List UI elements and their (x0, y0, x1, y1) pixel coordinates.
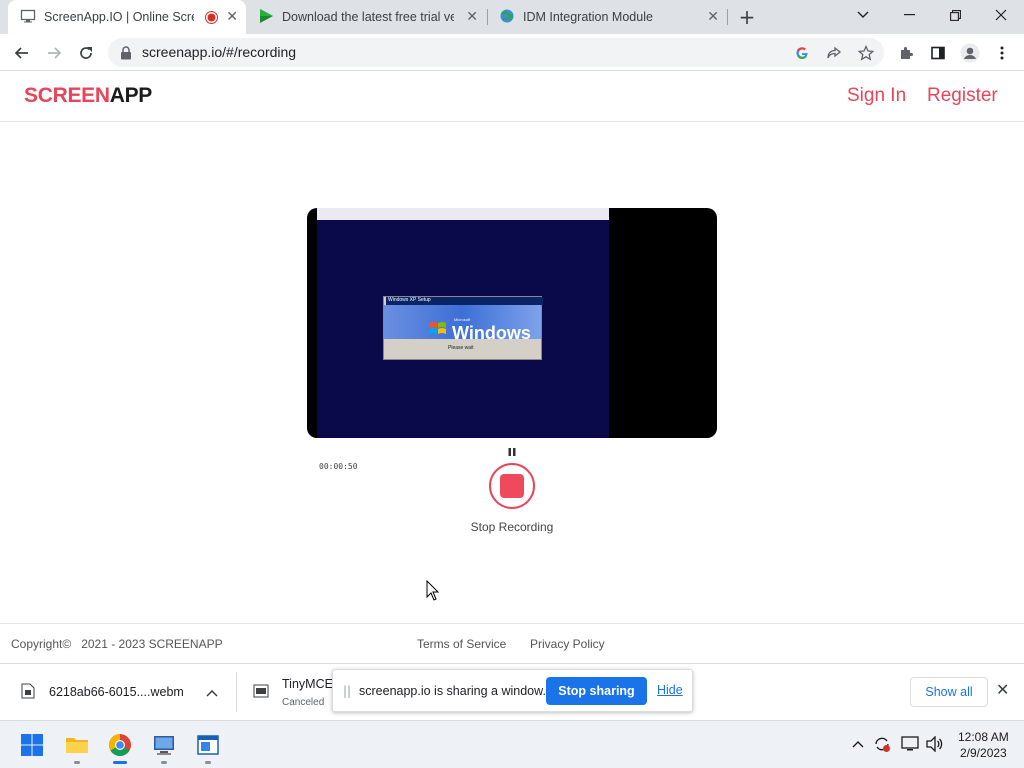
windows-flag-icon (430, 322, 446, 334)
volume-icon[interactable] (926, 735, 944, 753)
video-file-icon (21, 683, 35, 699)
windows-taskbar: 12:08 AM 2/9/2023 (0, 720, 1024, 768)
close-window-icon[interactable] (978, 0, 1024, 30)
taskbar-date[interactable]: 2/9/2023 (960, 746, 1007, 760)
menu-kebab-icon[interactable] (988, 39, 1016, 67)
tab-title: Download the latest free trial ver (282, 10, 454, 24)
show-all-button[interactable]: Show all (910, 677, 988, 707)
download-item[interactable]: TinyMCE Canceled (237, 664, 333, 720)
close-tab-icon[interactable]: ✕ (466, 9, 478, 25)
url-text[interactable]: screenapp.io/#/recording (142, 44, 296, 60)
side-panel-icon[interactable] (924, 39, 952, 67)
stop-square-icon (500, 474, 524, 498)
extensions-icon[interactable] (892, 39, 920, 67)
drag-handle-icon[interactable]: || (343, 684, 351, 698)
app-window-icon[interactable] (196, 733, 220, 757)
taskbar-running-indicator (205, 761, 211, 764)
restore-icon[interactable] (932, 0, 978, 30)
share-icon[interactable] (824, 43, 844, 63)
taskbar-running-indicator (74, 761, 80, 764)
show-hidden-icons-icon[interactable] (849, 735, 867, 753)
download-filename: 6218ab66-6015....webm (49, 685, 184, 699)
address-bar[interactable]: screenapp.io/#/recording (108, 38, 884, 67)
tab-download-trial[interactable]: Download the latest free trial ver ✕ (246, 0, 486, 34)
reload-button[interactable] (72, 39, 100, 67)
close-shelf-icon[interactable]: ✕ (996, 680, 1009, 699)
mouse-cursor-icon (426, 580, 440, 601)
screenapp-logo[interactable]: SCREENAPP (24, 84, 152, 108)
captured-window: Windows XP Setup Microsoft Windows Pleas… (317, 208, 609, 438)
site-footer: Copyright© 2021 - 2023 SCREENAPP Terms o… (0, 623, 1024, 663)
sign-in-link[interactable]: Sign In (847, 85, 906, 107)
globe-icon (499, 8, 515, 27)
profile-avatar[interactable] (956, 39, 984, 67)
tab-title: IDM Integration Module (523, 10, 653, 24)
captured-window-toolbar (317, 208, 609, 220)
virtual-machine-icon[interactable] (152, 733, 176, 757)
browser-toolbar: screenapp.io/#/recording (0, 34, 1024, 71)
copyright-text: Copyright© 2021 - 2023 SCREENAPP (11, 637, 223, 651)
xp-banner: Microsoft Windows (384, 305, 541, 343)
new-tab-button[interactable]: + (737, 7, 757, 27)
xp-setup-dialog: Windows XP Setup Microsoft Windows Pleas… (383, 296, 543, 360)
tab-idm-integration[interactable]: IDM Integration Module ✕ (487, 0, 727, 34)
xp-dialog-title: Windows XP Setup (386, 297, 543, 305)
taskbar-time[interactable]: 12:08 AM (958, 730, 1009, 744)
close-tab-icon[interactable]: ✕ (707, 9, 719, 25)
forward-button[interactable] (40, 39, 68, 67)
download-status: Canceled (282, 697, 325, 708)
start-windows-icon[interactable] (20, 733, 44, 757)
screen-sharing-bar: || screenapp.io is sharing a window. Sto… (332, 669, 693, 712)
close-tab-icon[interactable]: ✕ (226, 9, 238, 25)
terms-link[interactable]: Terms of Service (417, 637, 506, 651)
tab-screenapp[interactable]: ScreenApp.IO | Online Scree ✕ (8, 0, 246, 34)
tab-search-icon[interactable] (840, 0, 886, 30)
stop-sharing-button[interactable]: Stop sharing (546, 677, 647, 705)
download-item[interactable]: 6218ab66-6015....webm (0, 664, 236, 720)
download-filename: TinyMCE (282, 677, 333, 691)
chevron-up-icon[interactable] (206, 689, 218, 697)
recording-indicator-icon (205, 11, 218, 27)
google-icon[interactable] (792, 43, 812, 63)
play-icon (258, 8, 274, 27)
sync-alert-icon[interactable] (873, 735, 891, 753)
microsoft-label: Microsoft (454, 317, 471, 322)
tab-separator (727, 9, 728, 25)
monitor-icon (20, 8, 36, 27)
recording-timer: 00:00:50 (319, 462, 358, 471)
bookmark-star-icon[interactable] (856, 43, 876, 63)
site-header: SCREENAPP Sign In Register (0, 72, 1024, 122)
tab-title: ScreenApp.IO | Online Scree (44, 10, 194, 24)
hide-link[interactable]: Hide (657, 683, 683, 697)
minimize-icon[interactable] (886, 0, 932, 30)
chrome-icon[interactable] (108, 733, 132, 757)
network-icon[interactable] (901, 735, 919, 753)
sharing-message: screenapp.io is sharing a window. (359, 684, 546, 698)
lock-icon[interactable] (120, 45, 132, 64)
recording-preview: Windows XP Setup Microsoft Windows Pleas… (307, 208, 717, 438)
iso-file-icon (253, 684, 269, 698)
taskbar-running-indicator (161, 761, 167, 764)
browser-tab-strip: ScreenApp.IO | Online Scree ✕ Download t… (0, 0, 1024, 34)
privacy-link[interactable]: Privacy Policy (530, 637, 605, 651)
windows-wordmark: Windows (452, 323, 531, 343)
file-explorer-icon[interactable] (65, 733, 89, 757)
please-wait-text: Please wait (448, 345, 474, 351)
back-button[interactable] (8, 39, 36, 67)
pause-icon[interactable] (507, 447, 517, 457)
stop-recording-button[interactable] (489, 463, 535, 509)
taskbar-active-indicator (113, 761, 127, 764)
stop-recording-label: Stop Recording (470, 520, 554, 534)
register-link[interactable]: Register (927, 85, 998, 107)
